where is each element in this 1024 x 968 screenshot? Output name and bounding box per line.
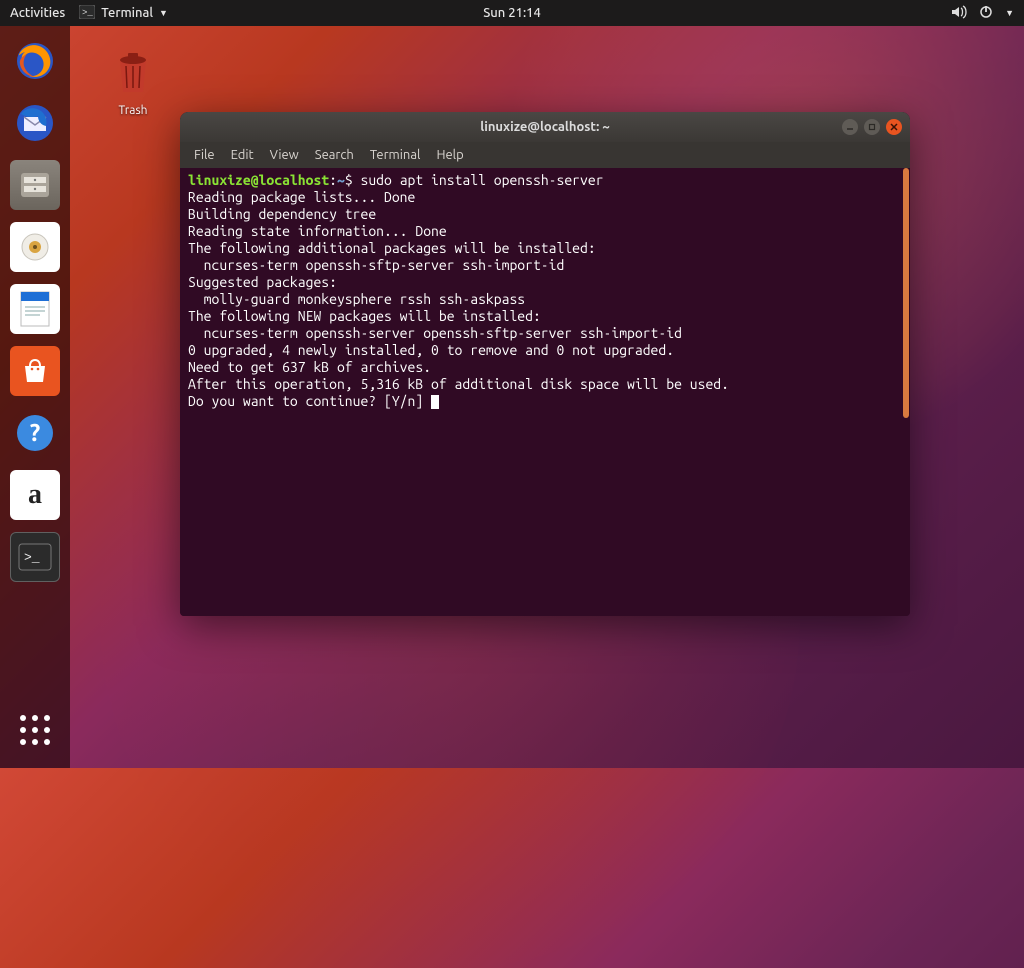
clock[interactable]: Sun 21:14	[483, 6, 541, 20]
power-icon[interactable]	[979, 5, 993, 22]
menu-edit[interactable]: Edit	[231, 148, 254, 162]
trash-icon	[98, 48, 168, 102]
output-line: The following additional packages will b…	[188, 240, 596, 256]
dock-terminal[interactable]: >_	[10, 532, 60, 582]
dock-rhythmbox[interactable]	[10, 222, 60, 272]
window-close-button[interactable]	[886, 119, 902, 135]
thunderbird-icon	[14, 102, 56, 144]
volume-icon[interactable]	[951, 5, 967, 22]
app-menu-terminal[interactable]: >_ Terminal ▼	[79, 5, 168, 22]
output-line: ncurses-term openssh-sftp-server ssh-imp…	[188, 257, 564, 273]
output-line: Reading state information... Done	[188, 223, 447, 239]
menu-terminal[interactable]: Terminal	[370, 148, 421, 162]
dock-amazon[interactable]: a	[10, 470, 60, 520]
dock-writer[interactable]	[10, 284, 60, 334]
dock-files[interactable]	[10, 160, 60, 210]
output-line: Suggested packages:	[188, 274, 337, 290]
top-panel: Activities >_ Terminal ▼ Sun 21:14 ▼	[0, 0, 1024, 26]
terminal-icon: >_	[18, 543, 52, 571]
terminal-window: linuxize@localhost: ~ File Edit View Sea…	[180, 112, 910, 616]
help-icon: ?	[14, 412, 56, 454]
menu-search[interactable]: Search	[315, 148, 354, 162]
desktop-trash[interactable]: Trash	[98, 48, 168, 117]
launcher-dock: ? a >_	[0, 26, 70, 768]
output-line: Need to get 637 kB of archives.	[188, 359, 431, 375]
amazon-icon: a	[28, 479, 42, 511]
output-line: Reading package lists... Done	[188, 189, 415, 205]
output-line: Building dependency tree	[188, 206, 376, 222]
terminal-menubar: File Edit View Search Terminal Help	[180, 142, 910, 168]
show-applications[interactable]	[15, 710, 55, 750]
desktop-trash-label: Trash	[98, 104, 168, 117]
window-maximize-button[interactable]	[864, 119, 880, 135]
output-line: The following NEW packages will be insta…	[188, 308, 541, 324]
output-line: molly-guard monkeysphere rssh ssh-askpas…	[188, 291, 525, 307]
svg-text:>_: >_	[24, 550, 40, 565]
speaker-icon	[20, 232, 50, 262]
shopping-bag-icon	[18, 356, 52, 386]
menu-file[interactable]: File	[194, 148, 215, 162]
document-icon	[18, 289, 52, 329]
terminal-body[interactable]: linuxize@localhost:~$ sudo apt install o…	[180, 168, 910, 616]
dock-help[interactable]: ?	[10, 408, 60, 458]
output-line: After this operation, 5,316 kB of additi…	[188, 376, 729, 392]
window-title: linuxize@localhost: ~	[480, 120, 609, 134]
scrollbar-thumb[interactable]	[903, 168, 909, 418]
menu-help[interactable]: Help	[436, 148, 463, 162]
cursor	[431, 395, 439, 409]
svg-text:>_: >_	[82, 8, 93, 18]
activities-button[interactable]: Activities	[10, 6, 65, 20]
window-titlebar[interactable]: linuxize@localhost: ~	[180, 112, 910, 142]
firefox-icon	[14, 40, 56, 82]
output-line: 0 upgraded, 4 newly installed, 0 to remo…	[188, 342, 674, 358]
terminal-icon: >_	[79, 5, 95, 22]
chevron-down-icon[interactable]: ▼	[1005, 8, 1014, 18]
chevron-down-icon: ▼	[159, 8, 168, 18]
entered-command: sudo apt install openssh-server	[361, 172, 604, 188]
menu-view[interactable]: View	[270, 148, 299, 162]
svg-text:?: ?	[30, 419, 41, 446]
dock-software[interactable]	[10, 346, 60, 396]
dock-firefox[interactable]	[10, 36, 60, 86]
prompt-userhost: linuxize@localhost	[188, 172, 329, 188]
output-line: ncurses-term openssh-server openssh-sftp…	[188, 325, 682, 341]
prompt-path: ~	[337, 172, 345, 188]
window-minimize-button[interactable]	[842, 119, 858, 135]
output-line: Do you want to continue? [Y/n]	[188, 393, 431, 409]
files-icon	[18, 170, 52, 200]
dock-thunderbird[interactable]	[10, 98, 60, 148]
